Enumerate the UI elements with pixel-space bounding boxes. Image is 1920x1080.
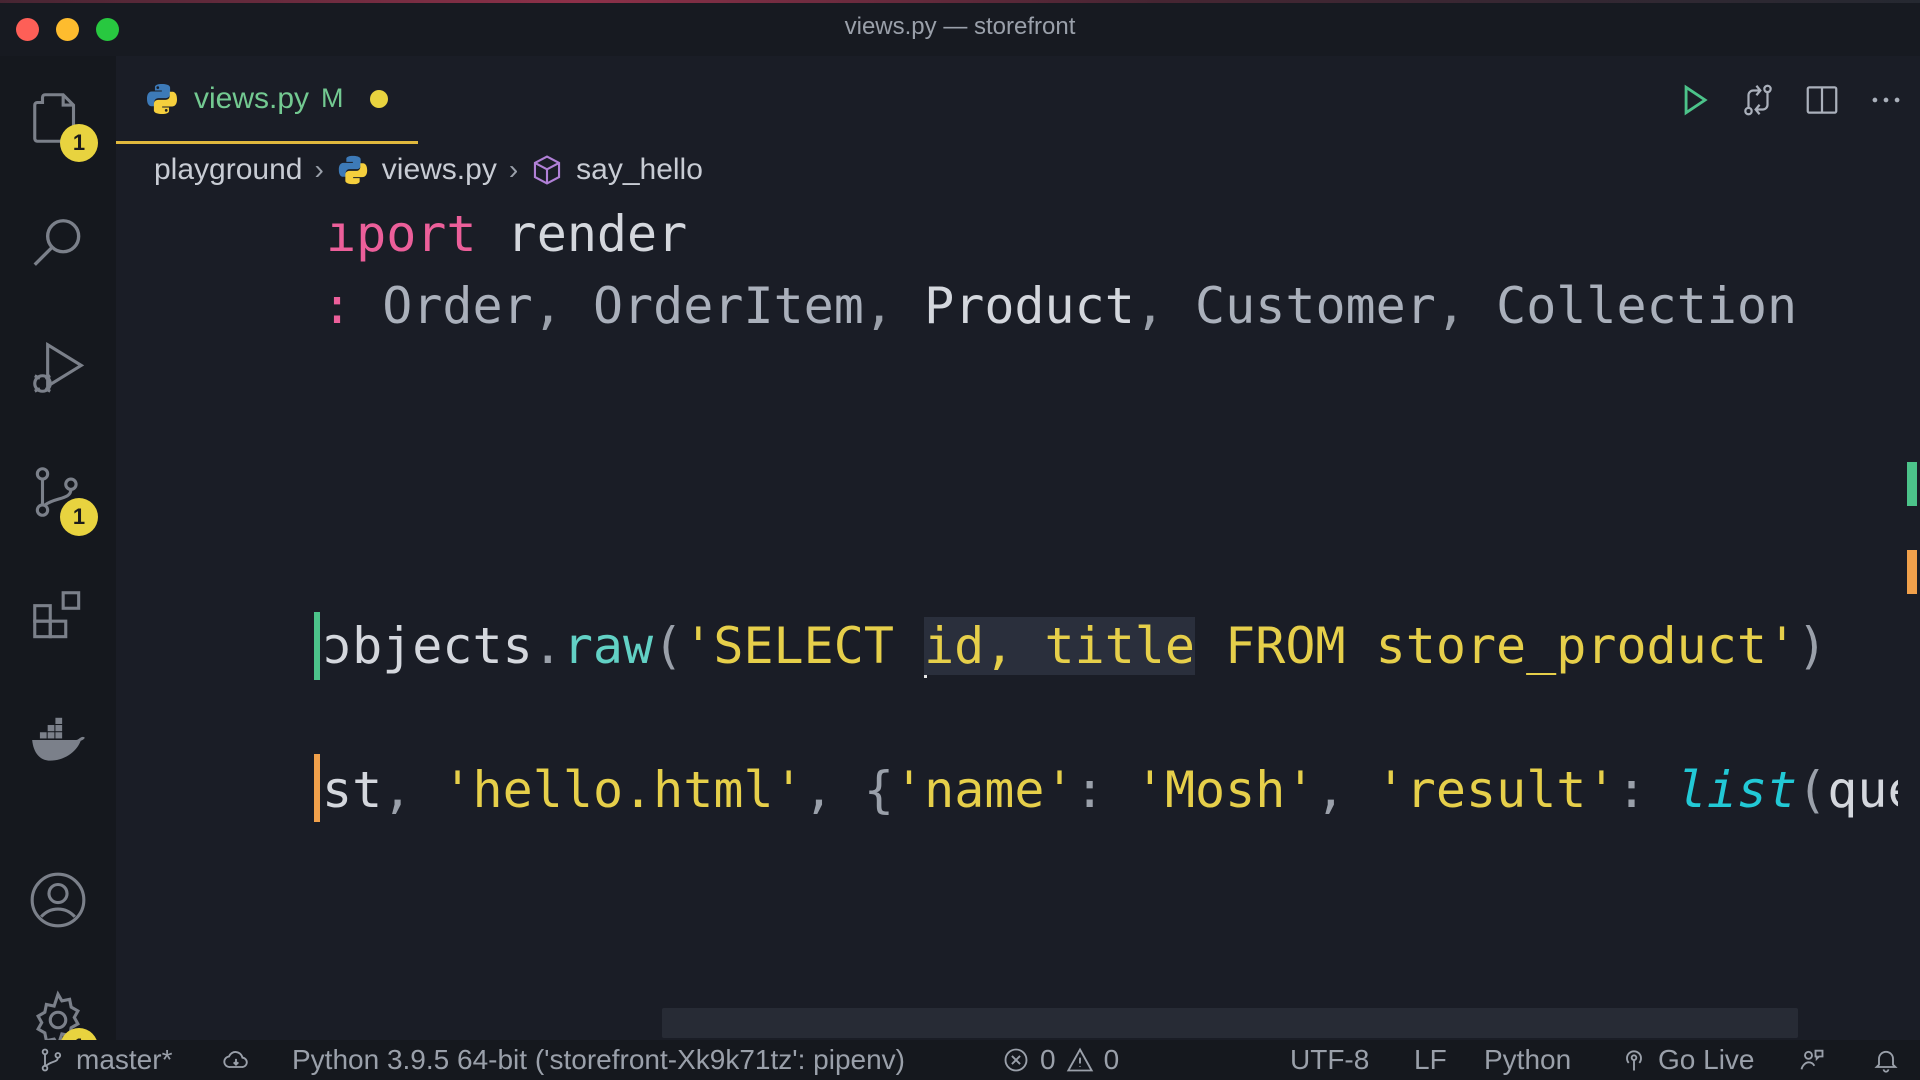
- breadcrumb-folder[interactable]: playground: [154, 153, 302, 187]
- editor-actions: [1674, 74, 1906, 126]
- queryset-arg: queryset: [1827, 761, 1898, 819]
- accounts-button[interactable]: [22, 864, 94, 936]
- gutter-modified-marker: [314, 754, 320, 822]
- breadcrumb-file[interactable]: views.py: [382, 153, 497, 187]
- sync-button[interactable]: [222, 1043, 250, 1077]
- breadcrumb: playground › views.py › say_hello: [154, 148, 703, 192]
- unsaved-dot-icon[interactable]: [369, 89, 388, 108]
- problems-status[interactable]: 0 0: [1002, 1043, 1119, 1077]
- python-file-icon: [147, 83, 177, 114]
- docker-icon: [32, 717, 85, 761]
- tab-strip: views.py M: [116, 56, 1920, 144]
- line-fragment: :: [322, 277, 353, 335]
- title-bar: views.py — storefront: [0, 0, 1920, 56]
- extensions-button[interactable]: [22, 580, 94, 652]
- keyword-import: ıport: [326, 205, 477, 263]
- status-bar: master* Python 3.9.5 64-bit ('storefront…: [0, 1040, 1920, 1080]
- tab-modified-flag: M: [321, 83, 344, 113]
- account-icon: [30, 872, 86, 928]
- run-python-file-button[interactable]: [1674, 80, 1714, 120]
- error-icon: [1004, 1048, 1028, 1072]
- line-fragment: st: [322, 761, 383, 819]
- breadcrumb-symbol[interactable]: say_hello: [576, 153, 703, 187]
- run-debug-button[interactable]: [22, 332, 94, 404]
- open-changes-button[interactable]: [1738, 80, 1778, 120]
- model-orderitem: OrderItem: [592, 277, 864, 335]
- title-bar-accent: [0, 0, 1920, 3]
- template-name: 'hello.html': [442, 761, 804, 819]
- model-product: Product: [924, 277, 1135, 335]
- model-collection: Collection: [1496, 277, 1798, 335]
- source-control-button[interactable]: 1: [22, 456, 98, 536]
- git-branch-icon: [41, 1048, 62, 1072]
- gutter-added-marker: [314, 612, 320, 680]
- search-icon: [33, 219, 81, 266]
- horizontal-scrollbar[interactable]: [662, 1008, 1798, 1038]
- python-file-icon: [338, 155, 367, 185]
- symbol-method-icon: [534, 155, 561, 185]
- sync-icon: [223, 1051, 248, 1068]
- ruler-added-mark: [1907, 462, 1917, 506]
- feedback-button[interactable]: [1798, 1043, 1826, 1077]
- compare-changes-icon: [1744, 84, 1772, 116]
- tab-views-py[interactable]: views.py M: [116, 56, 418, 144]
- search-button[interactable]: [22, 208, 94, 280]
- go-live-button[interactable]: Go Live: [1620, 1043, 1755, 1077]
- explorer-badge: 1: [60, 124, 98, 162]
- broadcast-icon: [1626, 1050, 1642, 1071]
- selected-text: id,: [924, 617, 1015, 675]
- source-control-badge: 1: [60, 498, 98, 536]
- chevron-right-icon: ›: [508, 154, 519, 185]
- tab-label: views.py: [194, 81, 310, 115]
- model-customer: Customer: [1195, 277, 1436, 335]
- more-actions-button[interactable]: [1866, 80, 1906, 120]
- split-editor-icon: [1806, 86, 1838, 114]
- overview-ruler[interactable]: [1903, 190, 1917, 1040]
- code-editor[interactable]: ıport render : Order, OrderItem, Product…: [208, 202, 1898, 1062]
- method-raw: raw: [562, 617, 654, 675]
- docker-button[interactable]: [22, 704, 94, 776]
- window-title: views.py — storefront: [844, 13, 1076, 40]
- encoding-status[interactable]: UTF-8: [1290, 1043, 1369, 1077]
- code-line-import-models: : Order, OrderItem, Product, Customer, C…: [322, 277, 1798, 335]
- split-editor-button[interactable]: [1802, 80, 1842, 120]
- editor-area: views.py M playground › views.py › say_h…: [116, 56, 1920, 1040]
- eol-status[interactable]: LF: [1414, 1043, 1447, 1077]
- import-name: render: [476, 205, 688, 263]
- activity-bar: 1 1: [0, 56, 116, 1066]
- code-line-raw-query: ɔbjects.raw('SELECT id, title FROM store…: [322, 614, 1827, 678]
- builtin-list: list: [1676, 761, 1798, 819]
- language-mode-status[interactable]: Python: [1484, 1043, 1571, 1077]
- bell-icon: [1874, 1050, 1898, 1073]
- run-debug-icon: [33, 341, 85, 393]
- code-line-render-return: st, 'hello.html', {'name': 'Mosh', 'resu…: [322, 758, 1898, 822]
- branch-status[interactable]: master*: [38, 1043, 172, 1077]
- more-actions-icon: [1872, 97, 1900, 103]
- feedback-icon: [1800, 1049, 1824, 1070]
- run-icon: [1684, 84, 1708, 116]
- ruler-modified-mark: [1907, 550, 1917, 594]
- warning-icon: [1066, 1047, 1093, 1072]
- model-order: Order: [382, 277, 533, 335]
- objects-ref: ɔbjects: [322, 617, 533, 675]
- extensions-icon: [33, 591, 81, 639]
- notifications-button[interactable]: [1872, 1043, 1900, 1077]
- explorer-button[interactable]: 1: [22, 82, 98, 162]
- chevron-right-icon: ›: [314, 154, 324, 185]
- code-line-import-render: ıport render: [326, 202, 687, 266]
- python-interpreter-status[interactable]: Python 3.9.5 64-bit ('storefront-Xk9k71t…: [292, 1043, 905, 1077]
